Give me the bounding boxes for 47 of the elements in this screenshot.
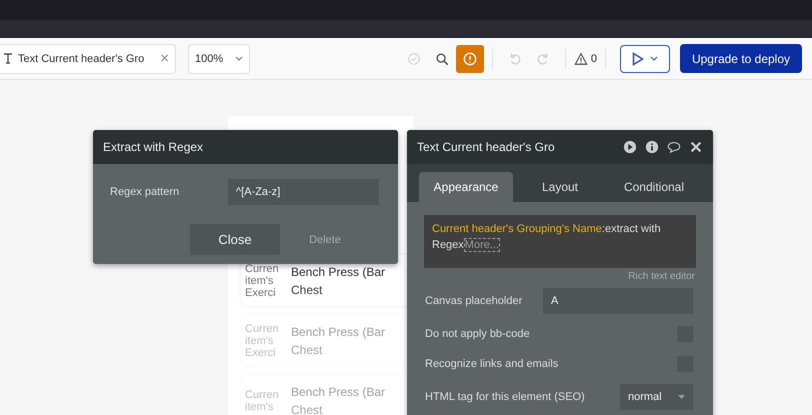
rich-text-editor[interactable]: Current header's Grouping's Name:extract with RegexMore... [424, 215, 696, 268]
panel-tab[interactable]: Conditional [607, 172, 701, 202]
element-name: Text Current header's Gro [18, 52, 146, 64]
info-icon[interactable] [645, 140, 659, 154]
close-icon[interactable]: × [160, 50, 169, 67]
card-subtitle: Chest [291, 282, 324, 296]
placeholder-input[interactable]: A [543, 288, 693, 314]
html-tag-select[interactable]: normal [620, 384, 693, 410]
play-circle-icon[interactable] [623, 140, 637, 154]
close-button[interactable]: Close [190, 224, 280, 255]
preview-button[interactable] [620, 44, 670, 72]
comment-icon[interactable] [667, 140, 681, 154]
alert-circle-icon [462, 52, 477, 66]
card-thumbnail-text: Curren item's Exerci [245, 262, 280, 298]
close-icon[interactable] [689, 140, 703, 154]
issue-count: 0 [590, 52, 597, 64]
panel-title: Text Current header's Gro [417, 140, 556, 154]
panel-tab[interactable]: Layout [513, 172, 607, 202]
editor-hint: Rich text editor [628, 271, 695, 282]
expression-text: Current header's Grouping's Name:extract with RegexMore... [432, 222, 662, 253]
dropdown-arrow-icon [678, 395, 685, 399]
panel-tab[interactable]: Appearance [419, 172, 513, 202]
property-label: Recognize links and emails [425, 358, 558, 370]
card-thumbnail-text: Curren item's Exerci [245, 322, 280, 358]
panel-title: Extract with Regex [103, 140, 204, 154]
card-title: Bench Press (Bar [291, 264, 386, 278]
property-label: HTML tag for this element (SEO) [425, 391, 585, 403]
property-label: Do not apply bb-code [425, 328, 530, 340]
card-title: Bench Press (Bar [291, 384, 386, 398]
warning-icon[interactable] [574, 52, 588, 66]
card-title: Bench Press (Bar [291, 324, 386, 338]
check-circle-icon[interactable] [406, 52, 421, 66]
card-subtitle: Chest [291, 342, 324, 356]
field-label: Regex pattern [110, 186, 180, 198]
issues-button[interactable] [456, 44, 484, 72]
search-icon[interactable] [434, 52, 449, 66]
upgrade-button[interactable]: Upgrade to deploy [680, 44, 802, 73]
element-tab[interactable]: Text Current header's Gro × [0, 44, 176, 74]
card-thumbnail-text: Curren item's [245, 388, 280, 412]
text-icon [3, 53, 13, 64]
chevron-down-icon [235, 56, 243, 62]
play-icon [632, 52, 644, 66]
chevron-down-icon [650, 56, 658, 62]
zoom-select[interactable]: 100% [188, 44, 250, 74]
regex-input[interactable]: ^[A-Za-z] [228, 179, 379, 205]
card-subtitle: Chest [291, 402, 324, 415]
property-label: Canvas placeholder [425, 295, 522, 307]
